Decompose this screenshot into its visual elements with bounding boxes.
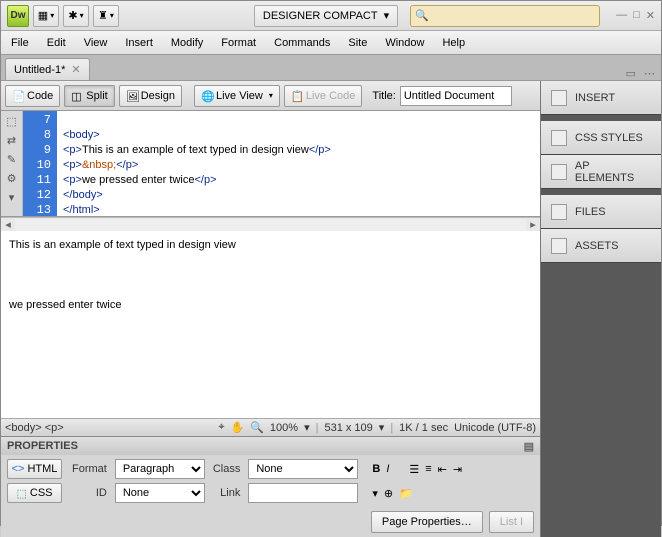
page-properties-button[interactable]: Page Properties…: [371, 511, 483, 533]
code-view-button[interactable]: 📄Code: [5, 85, 60, 107]
outdent-button[interactable]: ⇤: [438, 463, 447, 476]
app-logo: Dw: [7, 5, 29, 27]
hand-tool-icon[interactable]: ✋: [231, 421, 245, 434]
search-field[interactable]: 🔍: [410, 5, 600, 27]
design-paragraph[interactable]: This is an example of text typed in desi…: [9, 239, 532, 251]
page-encoding: Unicode (UTF-8): [454, 422, 536, 434]
split-view-button[interactable]: ◫Split: [64, 85, 114, 107]
pointer-tool-icon[interactable]: ⌖: [218, 421, 224, 434]
ul-button[interactable]: ☰: [409, 463, 419, 476]
css-icon: [551, 130, 567, 146]
workspace-switcher[interactable]: DESIGNER COMPACT▾: [254, 5, 398, 27]
menu-view[interactable]: View: [84, 37, 108, 49]
tag-selector[interactable]: <body> <p>: [5, 422, 64, 434]
code-hscrollbar[interactable]: ◂▸: [1, 217, 540, 231]
menu-insert[interactable]: Insert: [125, 37, 153, 49]
live-code-button: 📋Live Code: [284, 85, 363, 107]
page-size-time: 1K / 1 sec: [399, 422, 448, 434]
class-select[interactable]: None: [248, 459, 358, 479]
menu-help[interactable]: Help: [442, 37, 465, 49]
link-input[interactable]: [248, 483, 358, 503]
more-icon[interactable]: ▾: [9, 191, 15, 204]
menu-site[interactable]: Site: [348, 37, 367, 49]
doc-options-icon[interactable]: ▭: [626, 67, 636, 80]
class-label: Class: [213, 463, 241, 475]
close-button[interactable]: ✕: [646, 9, 655, 22]
properties-title: PROPERTIES: [7, 440, 78, 452]
doc-menu-icon[interactable]: ⋯: [644, 67, 655, 80]
status-bar: <body> <p> ⌖ ✋ 🔍 100%▾ | 531 x 109▾ | 1K…: [1, 418, 540, 436]
panel-ap-elements[interactable]: AP ELEMENTS: [541, 155, 661, 189]
right-panel-dock: INSERT CSS STYLES AP ELEMENTS FILES ASSE…: [541, 81, 661, 537]
link-label: Link: [213, 487, 241, 499]
panel-files[interactable]: FILES: [541, 195, 661, 229]
ol-button[interactable]: ≡: [425, 463, 431, 475]
insert-icon: [551, 90, 567, 106]
assets-icon: [551, 238, 567, 254]
italic-button[interactable]: I: [386, 463, 389, 475]
document-title-input[interactable]: [400, 86, 512, 106]
viewport-dims: 531 x 109: [324, 422, 372, 434]
link-dropdown-icon[interactable]: ▾: [372, 487, 378, 500]
line-numbers: 78910111213: [23, 111, 57, 216]
design-view[interactable]: This is an example of text typed in desi…: [1, 231, 540, 418]
bold-button[interactable]: B: [372, 463, 380, 475]
maximize-button[interactable]: □: [633, 9, 640, 22]
format-label: Format: [72, 463, 107, 475]
menu-edit[interactable]: Edit: [47, 37, 66, 49]
menu-format[interactable]: Format: [221, 37, 256, 49]
options-icon[interactable]: ⚙: [7, 172, 17, 185]
layout-menu-button[interactable]: ▦▾: [33, 5, 59, 27]
extend-menu-button[interactable]: ✱▾: [63, 5, 89, 27]
site-menu-button[interactable]: ♜▾: [93, 5, 119, 27]
menu-commands[interactable]: Commands: [274, 37, 330, 49]
properties-panel: PROPERTIES ▤ <>HTML ⬚CSS Format Paragrap…: [1, 436, 540, 537]
design-paragraph[interactable]: we pressed enter twice: [9, 299, 532, 311]
list-item-button: List I: [489, 511, 534, 533]
format-icon[interactable]: ✎: [7, 153, 16, 166]
id-label: ID: [72, 487, 107, 499]
menu-window[interactable]: Window: [385, 37, 424, 49]
menu-file[interactable]: File: [11, 37, 29, 49]
workspace-label: DESIGNER COMPACT: [263, 10, 378, 22]
zoom-tool-icon[interactable]: 🔍: [250, 421, 264, 434]
code-gutter: ⬚ ⇄ ✎ ⚙ ▾: [1, 111, 23, 216]
menu-bar: File Edit View Insert Modify Format Comm…: [1, 31, 661, 55]
collapse-icon[interactable]: ⬚: [6, 115, 16, 128]
minimize-button[interactable]: —: [616, 9, 627, 22]
browse-folder-icon[interactable]: 📁: [399, 487, 413, 500]
search-icon: 🔍: [415, 9, 429, 22]
panel-options-icon[interactable]: ▤: [524, 440, 534, 453]
live-view-button[interactable]: 🌐Live View▾: [194, 85, 280, 107]
panel-assets[interactable]: ASSETS: [541, 229, 661, 263]
menu-modify[interactable]: Modify: [171, 37, 203, 49]
search-input[interactable]: [429, 10, 595, 22]
css-mode-button[interactable]: ⬚CSS: [7, 483, 62, 503]
document-tab-label: Untitled-1*: [14, 64, 65, 76]
files-icon: [551, 204, 567, 220]
zoom-level[interactable]: 100%: [270, 422, 298, 434]
html-mode-button[interactable]: <>HTML: [7, 459, 62, 479]
design-view-button[interactable]: 🖼Design: [119, 85, 182, 107]
close-tab-icon[interactable]: ✕: [71, 63, 80, 76]
panel-css-styles[interactable]: CSS STYLES: [541, 121, 661, 155]
indent-button[interactable]: ⇥: [453, 463, 462, 476]
code-editor[interactable]: <body><p>This is an example of text type…: [57, 111, 540, 216]
format-select[interactable]: Paragraph: [115, 459, 205, 479]
expand-icon[interactable]: ⇄: [7, 134, 16, 147]
title-label: Title:: [372, 90, 395, 102]
point-to-file-icon[interactable]: ⊕: [384, 487, 393, 500]
panel-insert[interactable]: INSERT: [541, 81, 661, 115]
id-select[interactable]: None: [115, 483, 205, 503]
document-tab[interactable]: Untitled-1* ✕: [5, 58, 90, 80]
ap-elements-icon: [551, 164, 567, 180]
